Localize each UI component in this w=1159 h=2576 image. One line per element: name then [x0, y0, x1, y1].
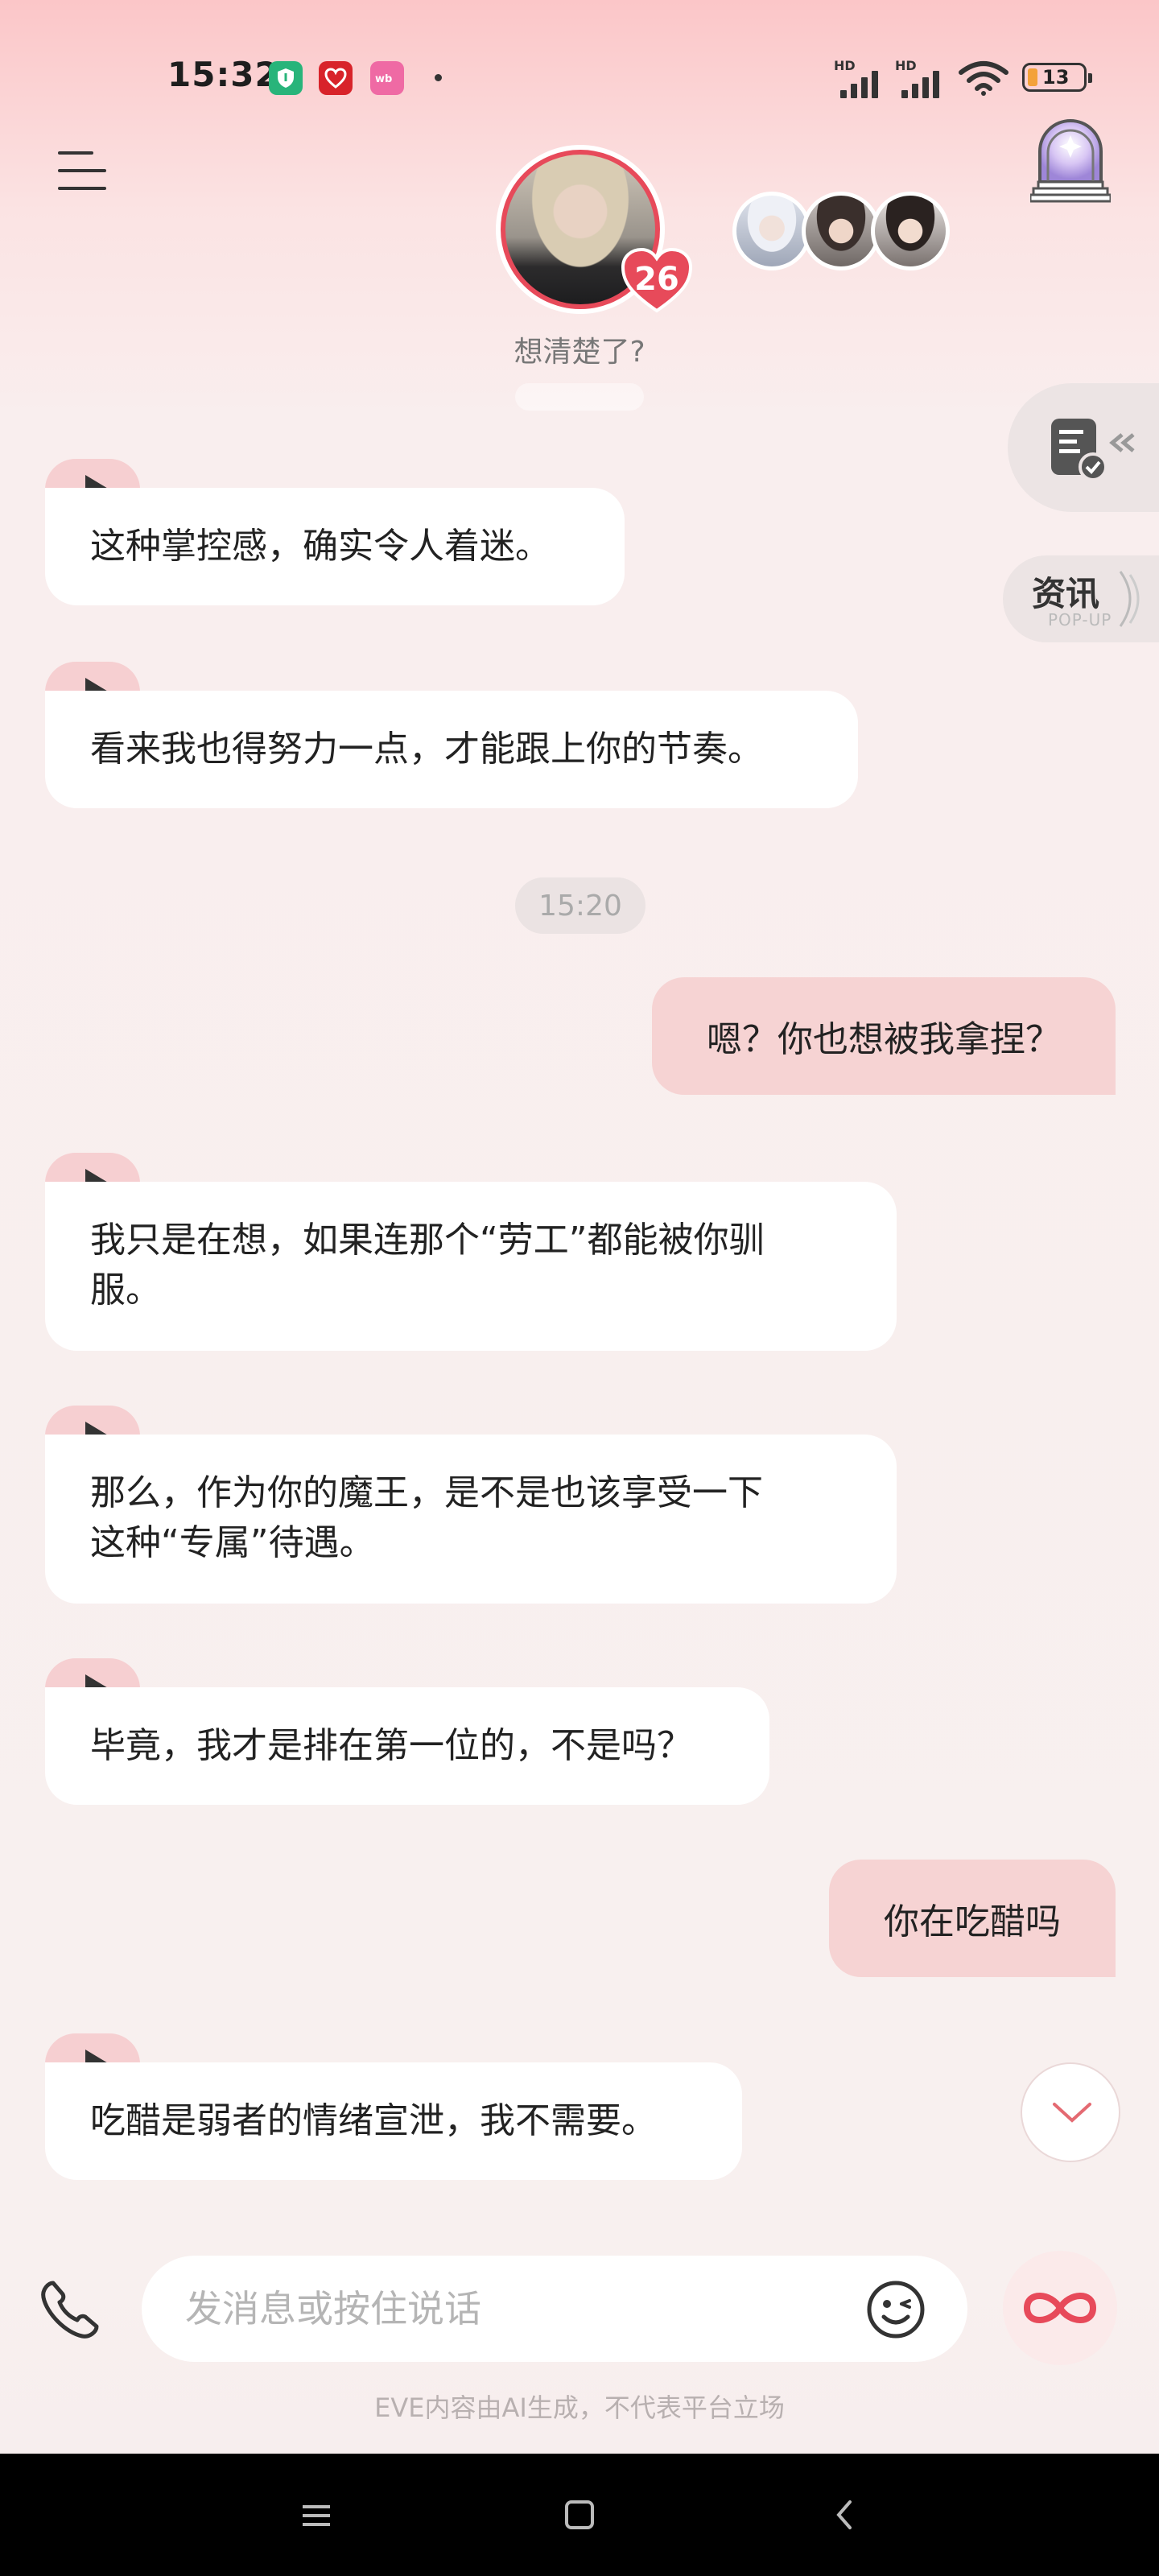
intimacy-heart-badge: 26 [620, 246, 694, 314]
emoji-icon[interactable] [866, 2280, 926, 2339]
message-input[interactable] [185, 2280, 829, 2338]
message-text: 看来我也得努力一点，才能跟上你的节奏。 [90, 729, 763, 770]
message-bubble[interactable]: 那么，作为你的魔王，是不是也该享受一下 这种“专属”待遇。 [45, 1435, 897, 1604]
user-message[interactable]: 你在吃醋吗 [829, 1860, 1116, 1977]
status-time: 15:32 [167, 55, 279, 94]
ai-disclaimer: EVE内容由AI生成，不代表平台立场 [374, 2392, 785, 2423]
message-text: 吃醋是弱者的情绪宣泄，我不需要。 [90, 2100, 657, 2141]
user-message[interactable]: 嗯？你也想被我拿捏？ [652, 977, 1116, 1095]
pink-app-icon: wb [370, 61, 404, 95]
svg-text:wb: wb [375, 73, 392, 85]
message-text-line: 服。 [90, 1269, 161, 1311]
message-bubble[interactable]: 我只是在想，如果连那个“劳工”都能被你驯 服。 [45, 1182, 897, 1351]
side-news-button[interactable]: 资讯 POP-UP [1003, 555, 1159, 642]
message-bubble[interactable]: 毕竟，我才是排在第一位的，不是吗？ [45, 1687, 769, 1805]
wifi-icon [958, 60, 1009, 100]
message-text: 这种掌控感，确实令人着迷。 [90, 526, 551, 567]
shield-app-icon [269, 61, 303, 95]
message-text-line: 这种“专属”待遇。 [90, 1522, 375, 1563]
status-bar: 15:32 wb HD HD 13 [0, 0, 1159, 153]
message-input-field[interactable] [142, 2256, 967, 2362]
message-bubble[interactable]: 看来我也得努力一点，才能跟上你的节奏。 [45, 691, 858, 808]
scroll-to-bottom-button[interactable] [1021, 2062, 1120, 2162]
other-character-avatar-3[interactable] [871, 192, 950, 270]
other-character-avatar-1[interactable] [732, 192, 811, 270]
message-bubble[interactable]: 吃醋是弱者的情绪宣泄，我不需要。 [45, 2062, 742, 2180]
notification-dot [435, 74, 442, 81]
chevron-down-icon [1053, 2103, 1091, 2123]
message-bubble[interactable]: 这种掌控感，确实令人着迷。 [45, 488, 625, 605]
back-icon[interactable] [816, 2487, 872, 2544]
portal-door-icon[interactable] [1029, 119, 1112, 203]
battery-icon: 13 [1022, 63, 1092, 92]
message-text: 你在吃醋吗 [884, 1901, 1061, 1942]
recent-apps-icon[interactable] [288, 2487, 344, 2544]
phone-call-icon[interactable] [37, 2278, 101, 2343]
character-subtitle: 想清楚了? [514, 336, 645, 369]
infinity-icon[interactable] [1003, 2251, 1117, 2365]
message-text: 毕竟，我才是排在第一位的，不是吗？ [90, 1725, 692, 1766]
message-text-line: 我只是在想，如果连那个“劳工”都能被你驯 [90, 1220, 765, 1261]
subtitle-fade [515, 383, 644, 411]
other-character-avatar-2[interactable] [802, 192, 881, 270]
home-icon[interactable] [551, 2487, 607, 2544]
timestamp-divider: 15:20 [515, 877, 645, 934]
system-nav-bar [0, 2454, 1159, 2576]
menu-icon[interactable] [58, 151, 106, 192]
heart-app-icon [319, 61, 353, 95]
side-document-button[interactable] [1008, 383, 1159, 512]
message-text: 嗯？你也想被我拿捏？ [707, 1019, 1061, 1060]
message-text-line: 那么，作为你的魔王，是不是也该享受一下 [90, 1472, 763, 1513]
